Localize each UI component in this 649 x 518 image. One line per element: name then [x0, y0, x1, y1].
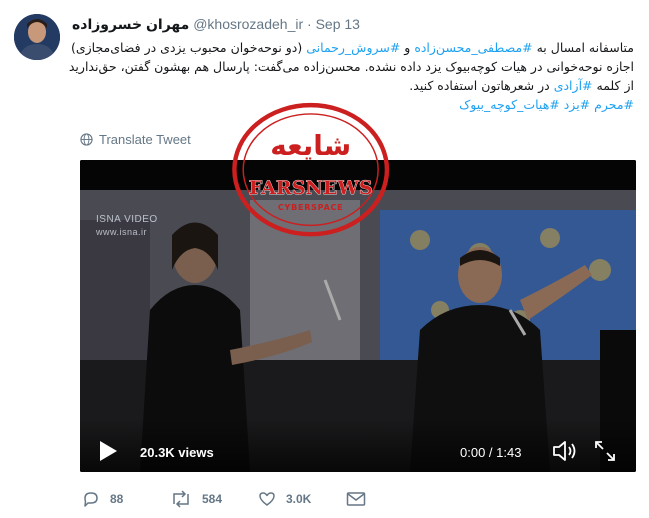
view-count: 20.3K views — [140, 445, 214, 460]
globe-icon — [80, 133, 93, 146]
hashtag-link[interactable]: #سروش_رحمانی — [306, 40, 400, 55]
tweet-text-segment: متاسفانه امسال به — [532, 40, 634, 55]
stamp-main-text: شایعه — [270, 129, 351, 162]
watermark-title: ISNA VIDEO — [96, 214, 158, 225]
tweet-text-segment: در شعرهاتون استفاده کنید. — [409, 78, 554, 93]
translate-tweet-button[interactable]: Translate Tweet — [80, 132, 191, 147]
tweet-text-line: متاسفانه امسال به #مصطفی_محسن‌زاده و #سر… — [60, 38, 634, 57]
retweet-count: 584 — [202, 492, 223, 506]
envelope-icon — [346, 492, 366, 506]
tweet-text-segment: (دو نوحه‌خوان محبوب یزدی در فضای‌مجازی) — [70, 40, 307, 55]
reply-count: 88 — [110, 492, 124, 506]
tweet: مهران خسروزاده @khosrozadeh_ir · Sep 13 … — [0, 0, 649, 518]
video-timecode: 0:00 / 1:43 — [460, 445, 522, 460]
retweet-icon — [173, 490, 189, 508]
display-name[interactable]: مهران خسروزاده — [72, 16, 189, 32]
watermark-url: www.isna.ir — [96, 227, 148, 237]
heart-icon — [259, 492, 275, 506]
retweet-button[interactable]: 584 — [170, 488, 222, 510]
tweet-text-segment: اجازه نوحه‌خوانی در هیات کوچه‌بیوک یزد د… — [68, 59, 634, 74]
user-handle[interactable]: @khosrozadeh_ir — [193, 16, 303, 32]
tweet-text-segment: و — [400, 40, 415, 55]
tweet-timestamp[interactable]: Sep 13 — [316, 16, 360, 32]
hashtag-link[interactable]: #مصطفی_محسن‌زاده — [414, 40, 532, 55]
stamp-brand-text: FARSNEWS — [249, 177, 373, 199]
play-icon[interactable] — [98, 440, 118, 462]
direct-message-button[interactable] — [346, 488, 366, 510]
avatar[interactable] — [14, 14, 60, 60]
fullscreen-icon[interactable] — [594, 440, 616, 462]
video-watermark: ISNA VIDEO www.isna.ir — [96, 214, 158, 238]
reply-icon — [84, 492, 98, 507]
translate-label: Translate Tweet — [99, 132, 191, 147]
like-count: 3.0K — [286, 492, 312, 506]
separator-dot: · — [307, 16, 312, 32]
tweet-text-line: اجازه نوحه‌خوانی در هیات کوچه‌بیوک یزد د… — [60, 57, 634, 76]
tweet-actions: 88 584 3.0K — [80, 488, 500, 510]
hashtag-link[interactable]: #محرم #یزد #هیات_کوچه_بیوک — [459, 97, 634, 112]
tweet-text-segment: از کلمه — [592, 78, 634, 93]
video-controls: 20.3K views 0:00 / 1:43 — [80, 418, 636, 472]
stamp-sub-text: CYBERSPACE — [278, 203, 343, 212]
tweet-header: مهران خسروزاده @khosrozadeh_ir · Sep 13 — [72, 14, 629, 34]
hashtag-link[interactable]: #آزادی — [554, 78, 593, 93]
reply-button[interactable]: 88 — [82, 488, 123, 510]
volume-icon[interactable] — [552, 440, 578, 462]
like-button[interactable]: 3.0K — [258, 488, 311, 510]
rumor-stamp: شایعه FARSNEWS CYBERSPACE — [232, 102, 390, 237]
